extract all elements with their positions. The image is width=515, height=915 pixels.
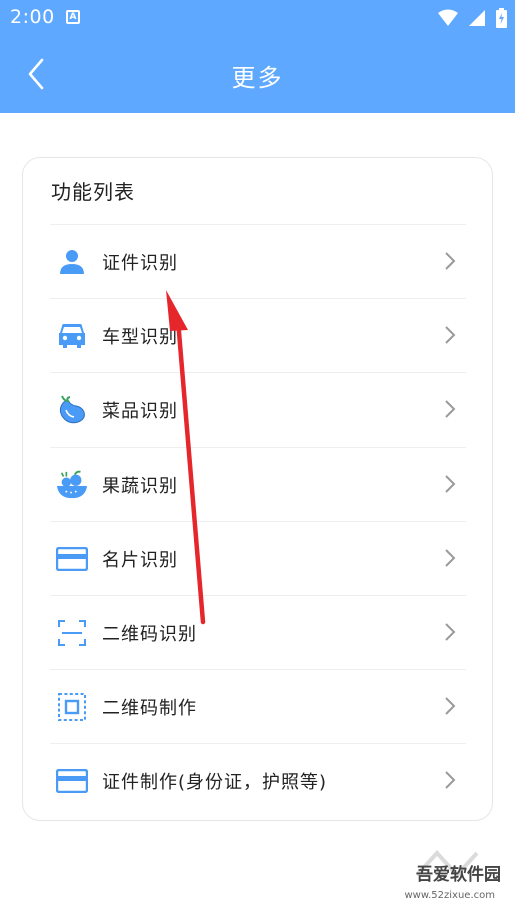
signal-icon xyxy=(469,10,485,26)
page-title: 更多 xyxy=(231,64,284,92)
item-label: 证件识别 xyxy=(102,253,178,274)
battery-icon xyxy=(496,8,507,28)
wifi-icon xyxy=(438,9,458,26)
watermark: 吾爱软件园 www.52zixue.com xyxy=(377,845,507,905)
chevron-right-icon xyxy=(445,697,456,715)
item-label: 车型识别 xyxy=(102,327,178,349)
status-bar: 2:00 A xyxy=(0,0,515,36)
person-icon xyxy=(56,247,88,277)
chevron-right-icon xyxy=(445,771,456,790)
list-item-fruit-recognition[interactable]: 果蔬识别 xyxy=(50,446,466,521)
feature-list: 证件识别 车型识别 菜品识别 果蔬识别 名片识别 二维码识别 二维码制作 证件制… xyxy=(50,224,466,818)
item-label: 果蔬识别 xyxy=(102,475,178,497)
qr-scan-icon xyxy=(56,618,88,648)
card-icon xyxy=(56,544,88,574)
item-label: 名片识别 xyxy=(102,549,178,571)
watermark-text: 吾爱软件园 xyxy=(416,865,501,885)
status-icons xyxy=(438,8,507,28)
item-label: 菜品识别 xyxy=(102,401,178,423)
watermark-url: www.52zixue.com xyxy=(404,890,496,901)
chevron-right-icon xyxy=(445,549,456,567)
item-label: 二维码制作 xyxy=(102,698,197,720)
chevron-right-icon xyxy=(445,474,456,493)
card-title: 功能列表 xyxy=(51,180,135,204)
fruit-bowl-icon xyxy=(56,470,88,500)
list-item-card-recognition[interactable]: 名片识别 xyxy=(50,520,466,595)
item-label: 二维码识别 xyxy=(102,623,197,645)
list-item-id-make[interactable]: 证件制作(身份证，护照等) xyxy=(50,743,466,817)
feature-list-card: 功能列表 证件识别 车型识别 菜品识别 果蔬识别 名片识别 二维码识别 二维码制… xyxy=(22,157,493,821)
list-item-qr-recognition[interactable]: 二维码识别 xyxy=(50,594,466,669)
car-icon xyxy=(56,321,88,351)
chevron-right-icon xyxy=(445,326,456,344)
list-item-qr-make[interactable]: 二维码制作 xyxy=(50,669,466,743)
id-card-icon xyxy=(56,766,88,796)
list-item-id-recognition[interactable]: 证件识别 xyxy=(50,224,466,298)
eggplant-icon xyxy=(56,395,88,425)
app-bar: 更多 xyxy=(0,36,515,113)
item-label: 证件制作(身份证，护照等) xyxy=(102,772,328,794)
status-time: 2:00 xyxy=(10,6,55,28)
list-item-car-recognition[interactable]: 车型识别 xyxy=(50,298,466,372)
chevron-right-icon xyxy=(445,623,456,641)
qr-make-icon xyxy=(56,692,88,722)
notification-a-icon: A xyxy=(66,10,80,24)
chevron-right-icon xyxy=(445,252,456,270)
chevron-right-icon xyxy=(445,400,456,419)
list-item-dish-recognition[interactable]: 菜品识别 xyxy=(50,372,466,446)
